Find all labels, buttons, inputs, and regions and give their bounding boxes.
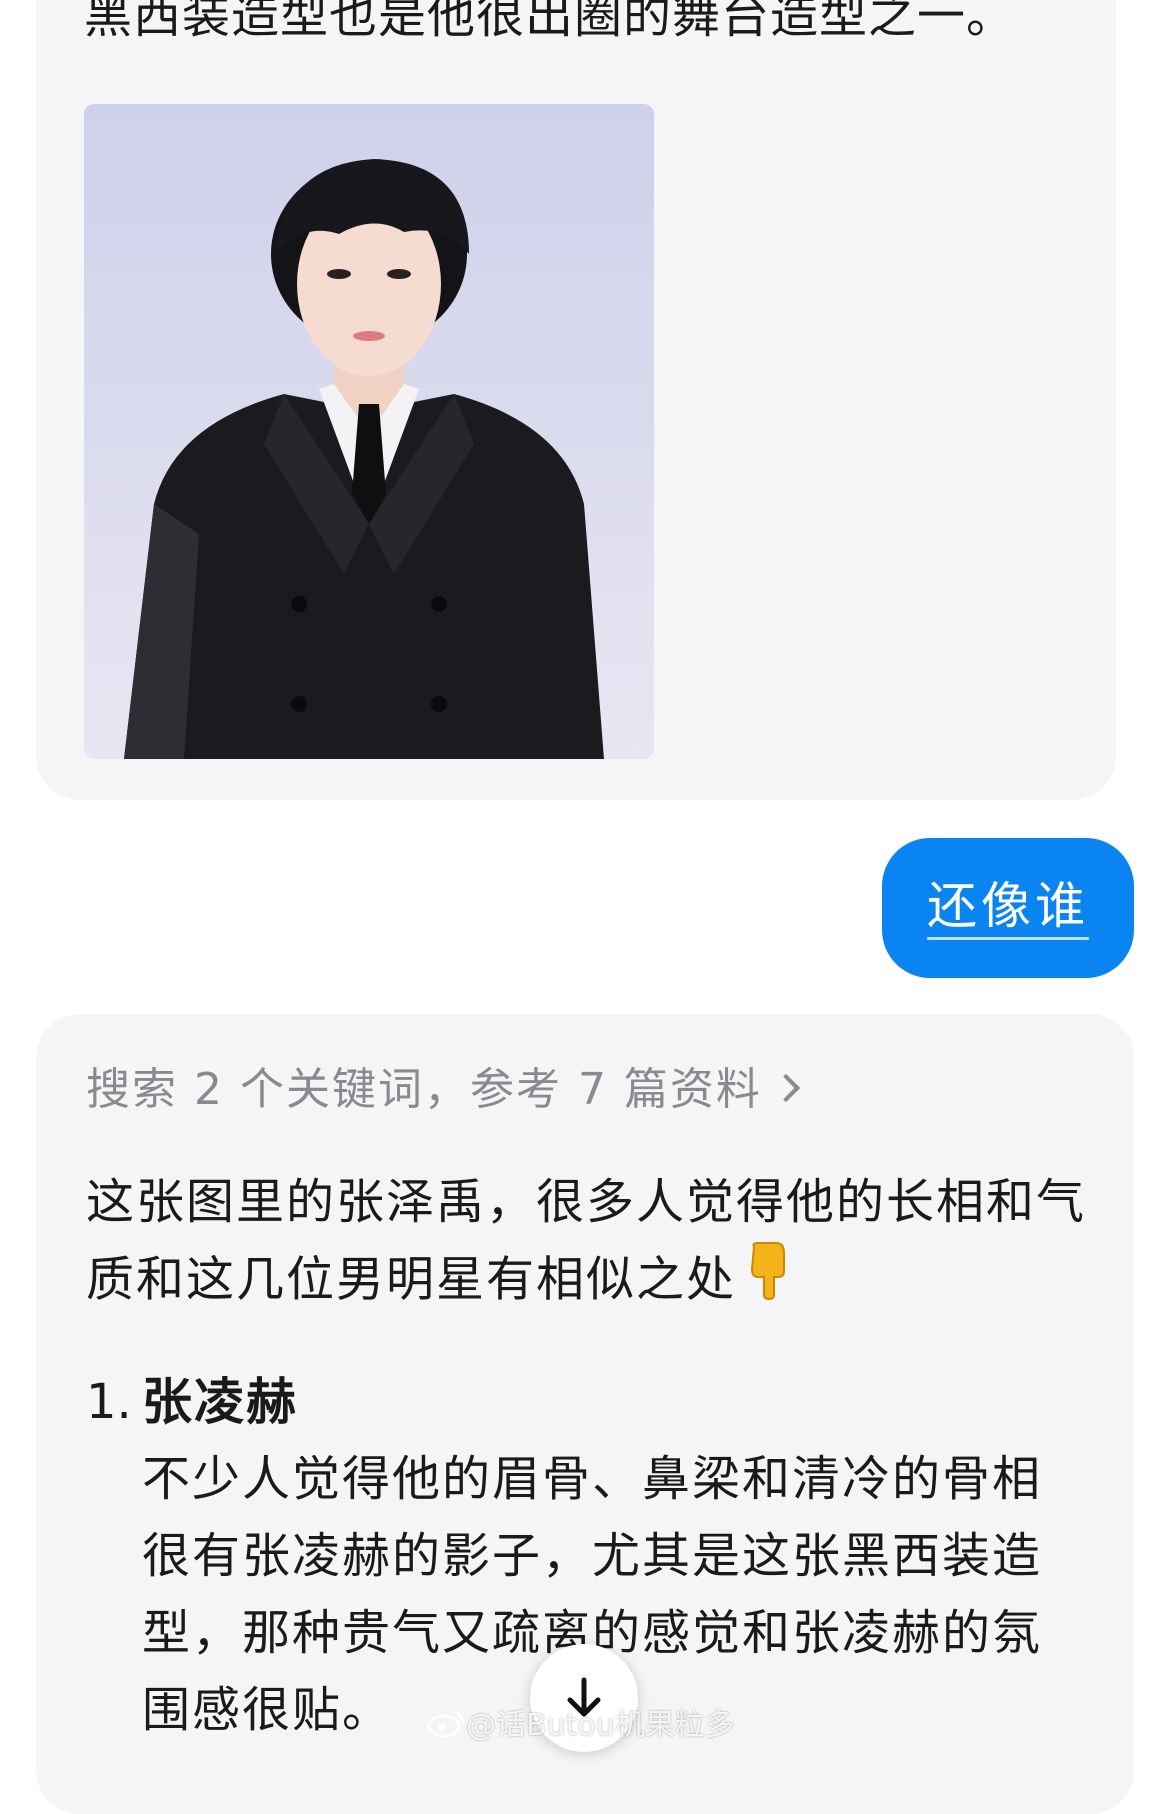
search-summary-text: 搜索 2 个关键词，参考 7 篇资料	[86, 1064, 762, 1115]
person-photo[interactable]	[84, 104, 654, 759]
ai-message-tail-text: 黑西装造型也是他很出圈的舞台造型之一。	[84, 0, 1016, 44]
user-message-bubble[interactable]: 还像谁	[882, 838, 1134, 978]
ai-intro-text: 这张图里的张泽禹，很多人觉得他的长相和气质和这几位男明星有相似之处	[86, 1174, 1087, 1308]
list-item-number: 1.	[86, 1374, 132, 1430]
list-item-title: 张凌赫	[142, 1373, 298, 1431]
chevron-right-icon	[771, 1073, 801, 1103]
weibo-icon	[427, 1710, 464, 1738]
user-message-text[interactable]: 还像谁	[927, 877, 1089, 940]
ai-intro-paragraph: 这张图里的张泽禹，很多人觉得他的长相和气质和这几位男明星有相似之处	[86, 1164, 1086, 1324]
watermark: @话Butou机果粒多	[426, 1700, 735, 1744]
search-summary-link[interactable]: 搜索 2 个关键词，参考 7 篇资料	[86, 1058, 801, 1122]
pointing-down-icon	[744, 1241, 790, 1324]
watermark-text: @话Butou机果粒多	[466, 1708, 735, 1743]
